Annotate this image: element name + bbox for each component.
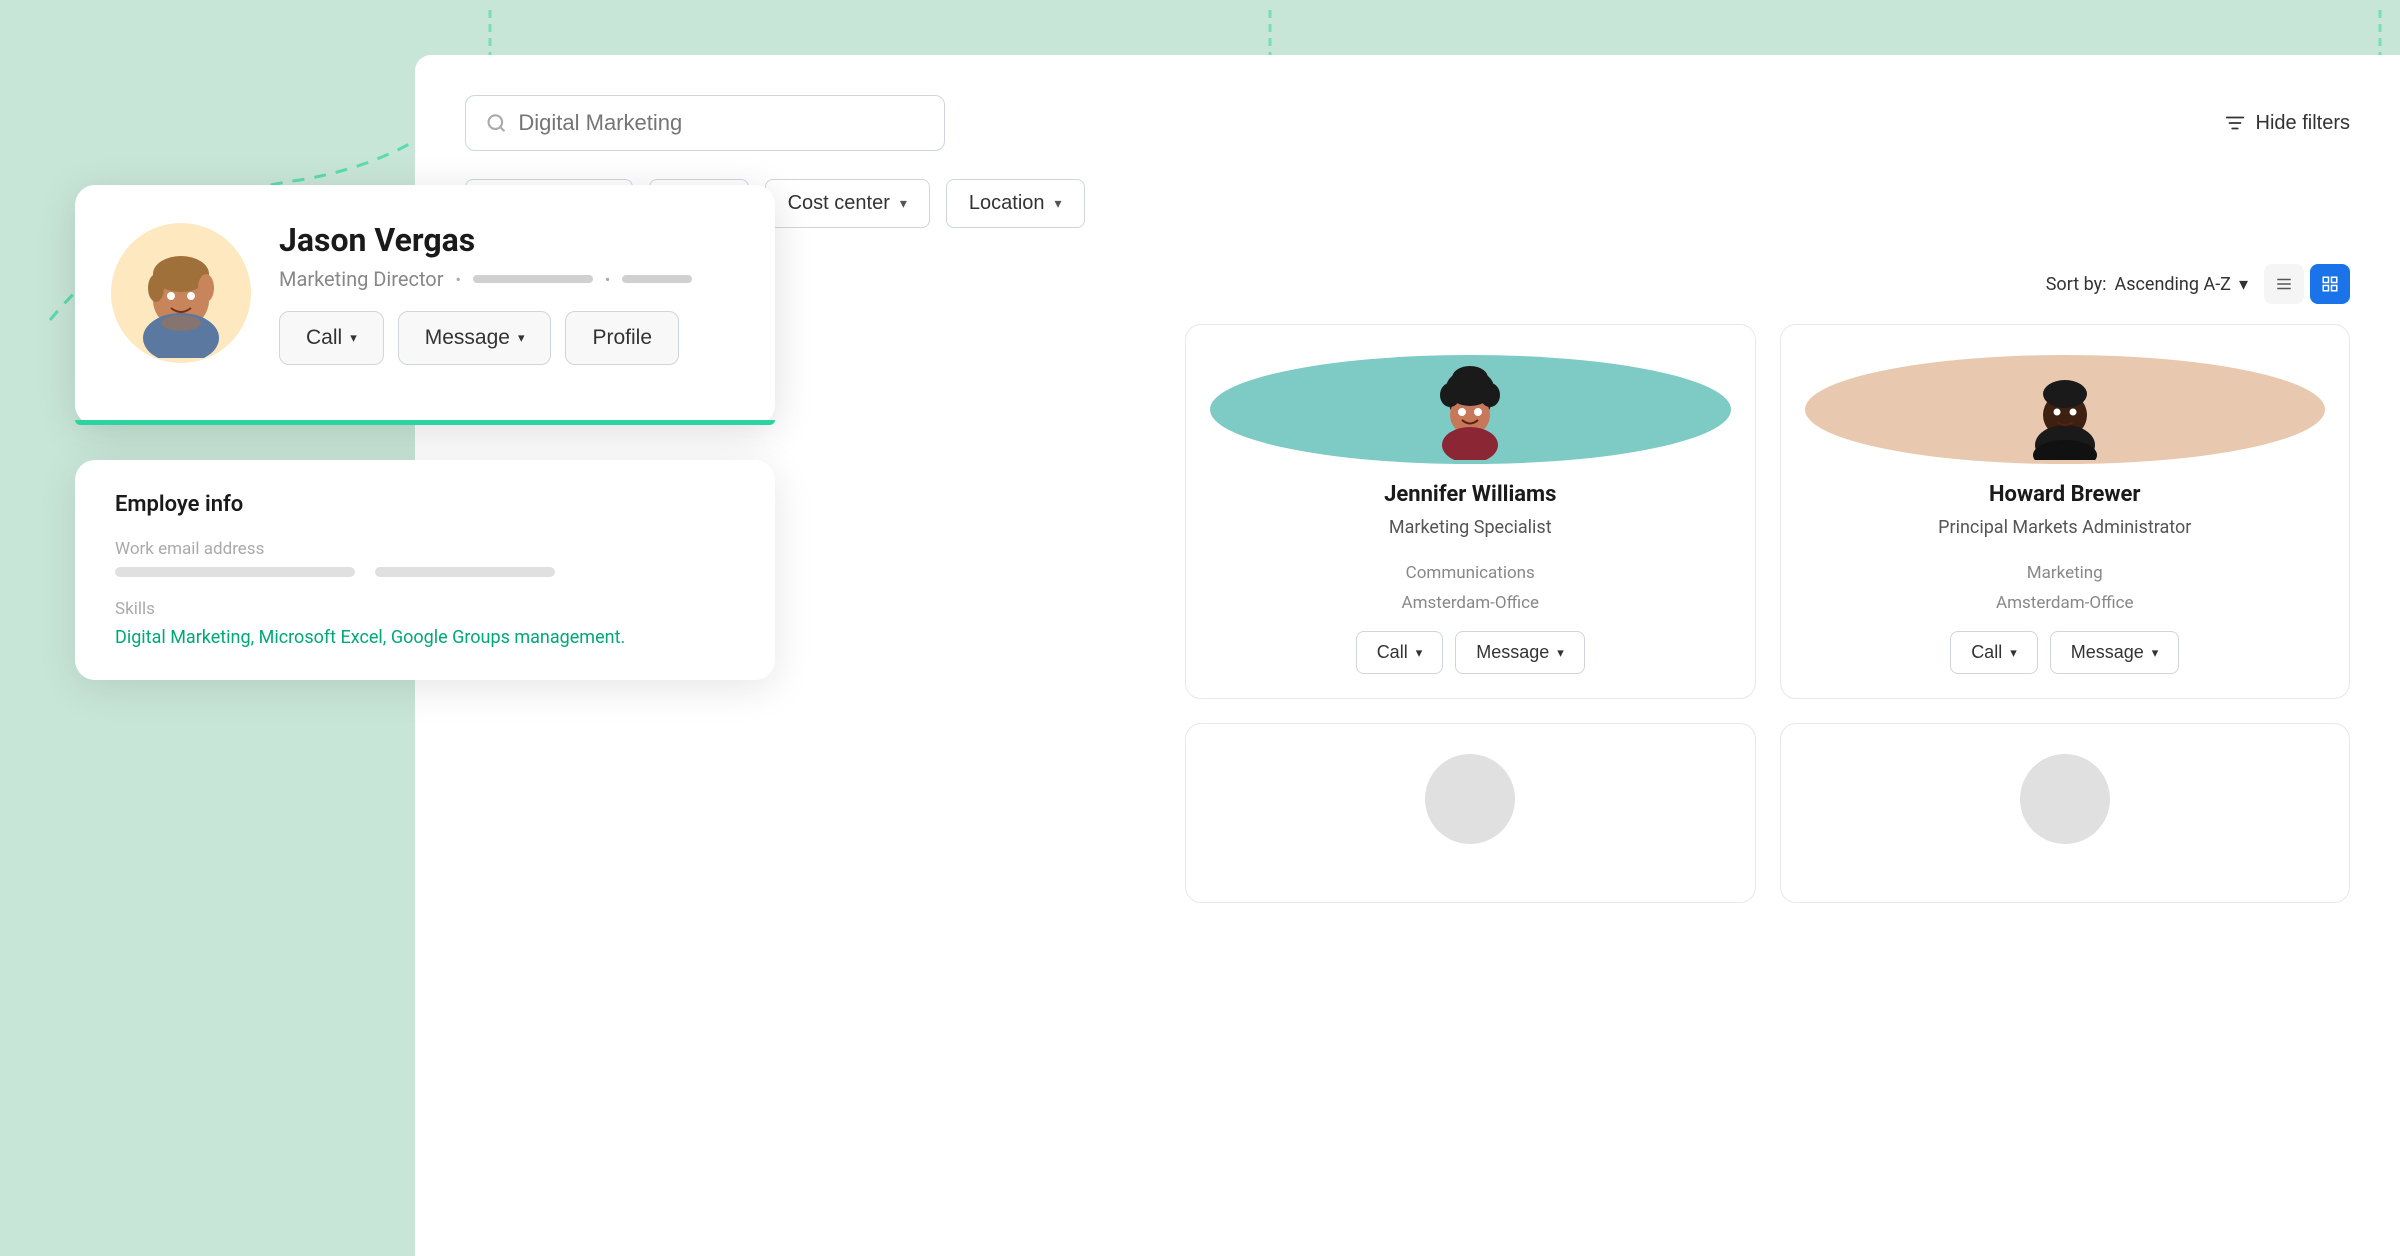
howard-message-button[interactable]: Message ▾ xyxy=(2050,631,2180,674)
chevron-down-icon: ▾ xyxy=(2010,645,2017,661)
search-row: Digital Marketing Hide filters xyxy=(465,95,2350,151)
employee-info-title: Employe info xyxy=(115,492,735,517)
profile-title-row: Marketing Director • • xyxy=(279,267,692,291)
profile-actions: Call ▾ Message ▾ Profile xyxy=(279,311,692,365)
skills-label: Skills xyxy=(115,599,735,619)
jennifer-dept: Communications xyxy=(1406,563,1535,583)
profile-card-accent xyxy=(75,420,775,425)
howard-name: Howard Brewer xyxy=(1989,482,2140,507)
message-label: Message xyxy=(1476,642,1549,663)
dot-separator: • xyxy=(456,270,461,289)
avatar-jason xyxy=(111,223,251,363)
person-card-howard: Howard Brewer Principal Markets Administ… xyxy=(1780,324,2351,699)
chevron-down-icon: ▾ xyxy=(1557,645,1564,661)
message-label: Message xyxy=(2071,642,2144,663)
profile-info: Jason Vergas Marketing Director • • Call… xyxy=(279,221,692,365)
filter-cost-center[interactable]: Cost center ▾ xyxy=(765,179,930,228)
placeholder-avatar-2 xyxy=(2020,754,2110,844)
grid-view-button[interactable] xyxy=(2310,264,2350,304)
jennifer-call-button[interactable]: Call ▾ xyxy=(1356,631,1444,674)
profile-label: Profile xyxy=(592,326,652,350)
chevron-down-icon: ▾ xyxy=(518,330,525,346)
jennifer-title: Marketing Specialist xyxy=(1389,517,1552,538)
profile-bar-short xyxy=(622,275,692,283)
filter-location[interactable]: Location ▾ xyxy=(946,179,1085,228)
avatar-jennifer xyxy=(1210,355,1731,464)
profile-message-button[interactable]: Message ▾ xyxy=(398,311,552,365)
dot-separator-2: • xyxy=(605,270,610,289)
grid-cards-container: Jennifer Williams Marketing Specialist C… xyxy=(1185,324,2350,699)
howard-location: Amsterdam-Office xyxy=(1996,593,2134,613)
email-bar-1 xyxy=(115,567,355,577)
chevron-down-icon: ▾ xyxy=(350,330,357,346)
skills-text: Digital Marketing, Microsoft Excel, Goog… xyxy=(115,627,735,648)
search-box: Digital Marketing xyxy=(465,95,945,151)
jennifer-location: Amsterdam-Office xyxy=(1401,593,1539,613)
howard-title: Principal Markets Administrator xyxy=(1938,517,2191,538)
list-icon xyxy=(2275,275,2293,293)
message-label: Message xyxy=(425,326,510,350)
howard-actions: Call ▾ Message ▾ xyxy=(1805,631,2326,674)
employee-info-card: Employe info Work email address Skills D… xyxy=(75,460,775,680)
search-input[interactable]: Digital Marketing xyxy=(518,110,924,136)
filter-cost-center-label: Cost center xyxy=(788,192,890,215)
howard-call-button[interactable]: Call ▾ xyxy=(1950,631,2038,674)
jennifer-actions: Call ▾ Message ▾ xyxy=(1210,631,1731,674)
placeholder-card-2 xyxy=(1780,723,2351,903)
chevron-down-icon: ▾ xyxy=(2152,645,2159,661)
call-label: Call xyxy=(1377,642,1408,663)
profile-title-text: Marketing Director xyxy=(279,267,444,291)
chevron-down-icon: ▾ xyxy=(900,195,907,212)
hide-filters-button[interactable]: Hide filters xyxy=(2224,112,2350,135)
grid-icon xyxy=(2321,275,2339,293)
call-label: Call xyxy=(1971,642,2002,663)
jennifer-name: Jennifer Williams xyxy=(1384,482,1556,507)
call-label: Call xyxy=(306,326,342,350)
howard-dept: Marketing xyxy=(2027,563,2103,583)
search-icon xyxy=(486,112,506,134)
jennifer-message-button[interactable]: Message ▾ xyxy=(1455,631,1585,674)
bottom-cards-row xyxy=(1185,723,2350,903)
hide-filters-label: Hide filters xyxy=(2256,112,2350,135)
profile-call-button[interactable]: Call ▾ xyxy=(279,311,384,365)
placeholder-card-1 xyxy=(1185,723,1756,903)
placeholder-avatar-1 xyxy=(1425,754,1515,844)
sort-select[interactable]: Sort by: Ascending A-Z ▾ xyxy=(2046,274,2248,295)
profile-header: Jason Vergas Marketing Director • • Call… xyxy=(111,221,735,365)
howard-avatar-svg xyxy=(2015,360,2115,460)
filter-icon xyxy=(2224,112,2246,134)
profile-card: Jason Vergas Marketing Director • • Call… xyxy=(75,185,775,425)
cards-grid: Jennifer Williams Marketing Specialist C… xyxy=(1185,324,2350,903)
profile-profile-button[interactable]: Profile xyxy=(565,311,679,365)
profile-name: Jason Vergas xyxy=(279,221,692,259)
filter-location-label: Location xyxy=(969,192,1045,215)
chevron-down-icon: ▾ xyxy=(2239,274,2248,295)
chevron-down-icon: ▾ xyxy=(1416,645,1423,661)
sort-label: Sort by: xyxy=(2046,274,2107,295)
email-bar-2 xyxy=(375,567,555,577)
list-view-button[interactable] xyxy=(2264,264,2304,304)
avatar-howard xyxy=(1805,355,2326,464)
sort-value: Ascending A-Z xyxy=(2114,274,2230,295)
email-label: Work email address xyxy=(115,539,735,559)
profile-bar-long xyxy=(473,275,593,283)
email-placeholder-row xyxy=(115,567,735,577)
jennifer-avatar-svg xyxy=(1420,360,1520,460)
person-card-jennifer: Jennifer Williams Marketing Specialist C… xyxy=(1185,324,1756,699)
view-toggle xyxy=(2264,264,2350,304)
jason-avatar-svg xyxy=(116,228,246,358)
chevron-down-icon: ▾ xyxy=(1055,195,1062,212)
